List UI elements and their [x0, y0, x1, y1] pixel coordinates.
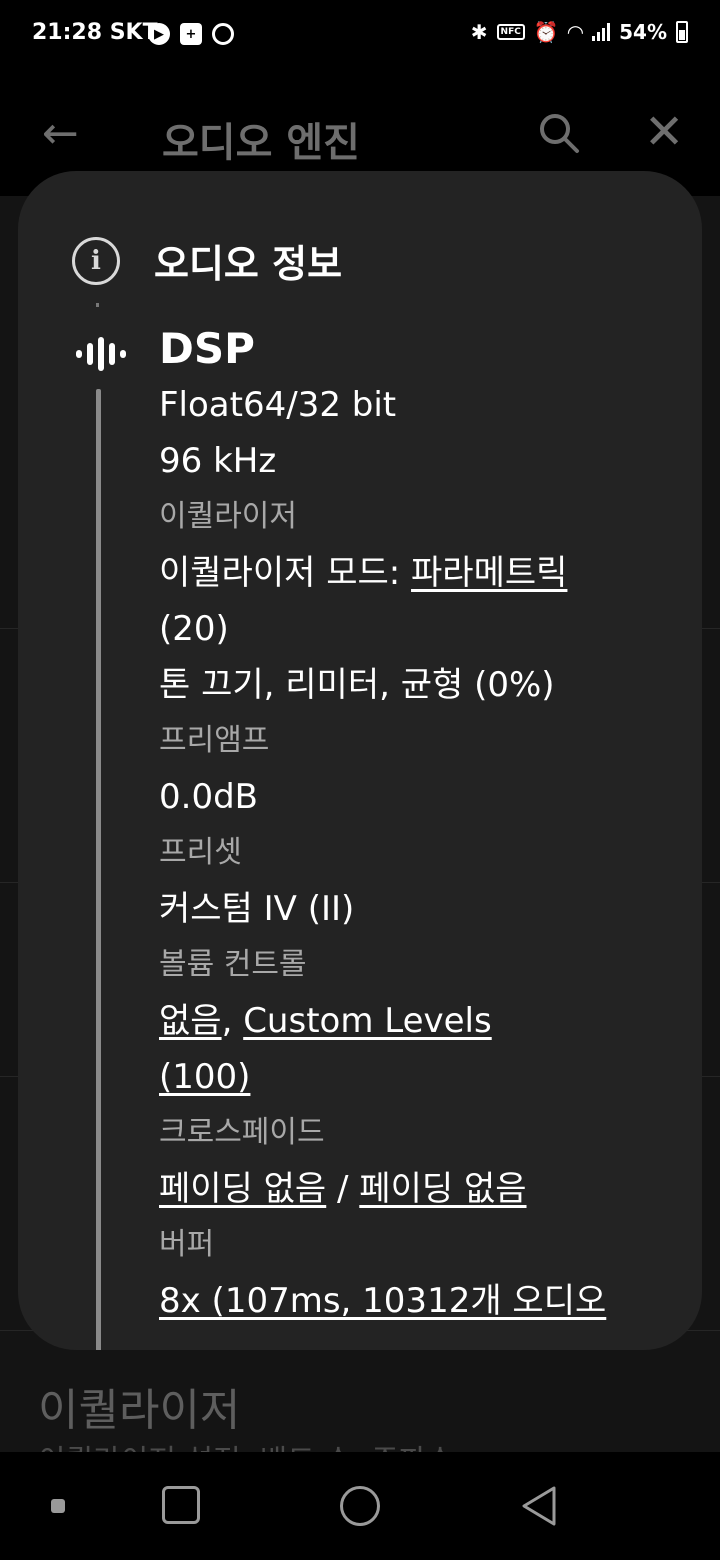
volume-none-link[interactable]: 없음 [159, 1001, 222, 1041]
waveform-icon [76, 337, 126, 371]
equalizer-section-subtitle: 이퀄라이저 설정, 밴드 수, 주파수 [38, 1436, 454, 1452]
volume-count-link[interactable]: (100) [159, 1057, 250, 1097]
equalizer-mode-count: (20) [159, 609, 229, 649]
dialog-header: i 오디오 정보 [72, 233, 342, 288]
format-value: Float64/32 bit [159, 385, 397, 425]
recent-apps-icon[interactable] [162, 1486, 200, 1524]
equalizer-section-title[interactable]: 이퀄라이저 [38, 1374, 240, 1438]
equalizer-label: 이퀄라이저 [159, 499, 297, 534]
equalizer-features: 톤 끄기, 리미터, 균형 (0%) [159, 665, 555, 705]
navigation-bar [0, 1452, 720, 1560]
audio-info-dialog: i 오디오 정보 DSP Float64/32 bit 96 kHz 이퀄라이저… [18, 171, 702, 1350]
nav-dot-icon[interactable] [51, 1499, 65, 1513]
timeline-tick [96, 303, 99, 307]
buffer-value: 8x (107ms, 10312개 오디오 [159, 1273, 659, 1329]
wifi-icon: ◠ [567, 20, 584, 44]
crossfade-label: 크로스페이드 [159, 1115, 325, 1150]
buffer-label: 버퍼 [159, 1227, 215, 1262]
custom-levels-link[interactable]: Custom Levels [243, 1001, 492, 1041]
crossfade-link-1[interactable]: 페이딩 없음 [159, 1169, 326, 1209]
nfc-icon: NFC [496, 24, 525, 40]
dialog-title: 오디오 정보 [154, 242, 343, 286]
search-icon[interactable] [538, 112, 580, 154]
volume-control-count: (100) [159, 1049, 659, 1105]
preset-label: 프리셋 [159, 835, 242, 870]
close-icon[interactable]: ✕ [644, 108, 684, 156]
equalizer-mode: 이퀄라이저 모드: 파라메트릭 [159, 545, 659, 601]
page-title: 오디오 엔진 [162, 120, 360, 166]
battery-icon [676, 21, 688, 43]
volume-separator: , [221, 1001, 244, 1041]
battery-plus-icon: + [180, 23, 202, 45]
battery-percent: 54% [619, 20, 667, 44]
do-not-disturb-icon: − [212, 23, 234, 45]
signal-icon [592, 23, 611, 41]
nav-back-icon[interactable] [518, 1484, 558, 1528]
crossfade-link-2[interactable]: 페이딩 없음 [359, 1169, 526, 1209]
sample-rate-value: 96 kHz [159, 441, 277, 481]
crossfade-value: 페이딩 없음 / 페이딩 없음 [159, 1161, 659, 1217]
preset-value: 커스텀 IV (II) [159, 889, 355, 929]
info-icon: i [72, 236, 120, 285]
buffer-link[interactable]: 8x (107ms, 10312개 오디오 [159, 1281, 606, 1321]
home-icon[interactable] [340, 1486, 380, 1526]
status-time: 21:28 SKT [32, 20, 158, 45]
back-arrow-icon[interactable]: ← [42, 112, 79, 156]
dialog-body: DSP Float64/32 bit 96 kHz 이퀄라이저 이퀄라이저 모드… [18, 299, 702, 1350]
status-right-icons: ✱ NFC ⏰ ◠ 54% [471, 20, 688, 44]
preamp-value: 0.0dB [159, 777, 258, 817]
equalizer-mode-prefix: 이퀄라이저 모드: [159, 553, 412, 593]
play-icon: ▶ [148, 23, 170, 45]
volume-control-label: 볼륨 컨트롤 [159, 947, 307, 982]
volume-control-value: 없음, Custom Levels [159, 993, 659, 1049]
dsp-details: DSP Float64/32 bit 96 kHz 이퀄라이저 이퀄라이저 모드… [159, 321, 659, 1329]
timeline-line [96, 389, 101, 1350]
dsp-title: DSP [159, 324, 255, 373]
equalizer-mode-link[interactable]: 파라메트릭 [411, 553, 567, 593]
status-bar: 21:28 SKT ▶ + − ✱ NFC ⏰ ◠ 54% [0, 0, 720, 72]
crossfade-separator: / [326, 1169, 360, 1209]
bluetooth-icon: ✱ [470, 20, 488, 44]
preamp-label: 프리앰프 [159, 723, 270, 758]
status-left-icons: ▶ + − [148, 23, 234, 45]
alarm-icon: ⏰ [533, 20, 559, 44]
